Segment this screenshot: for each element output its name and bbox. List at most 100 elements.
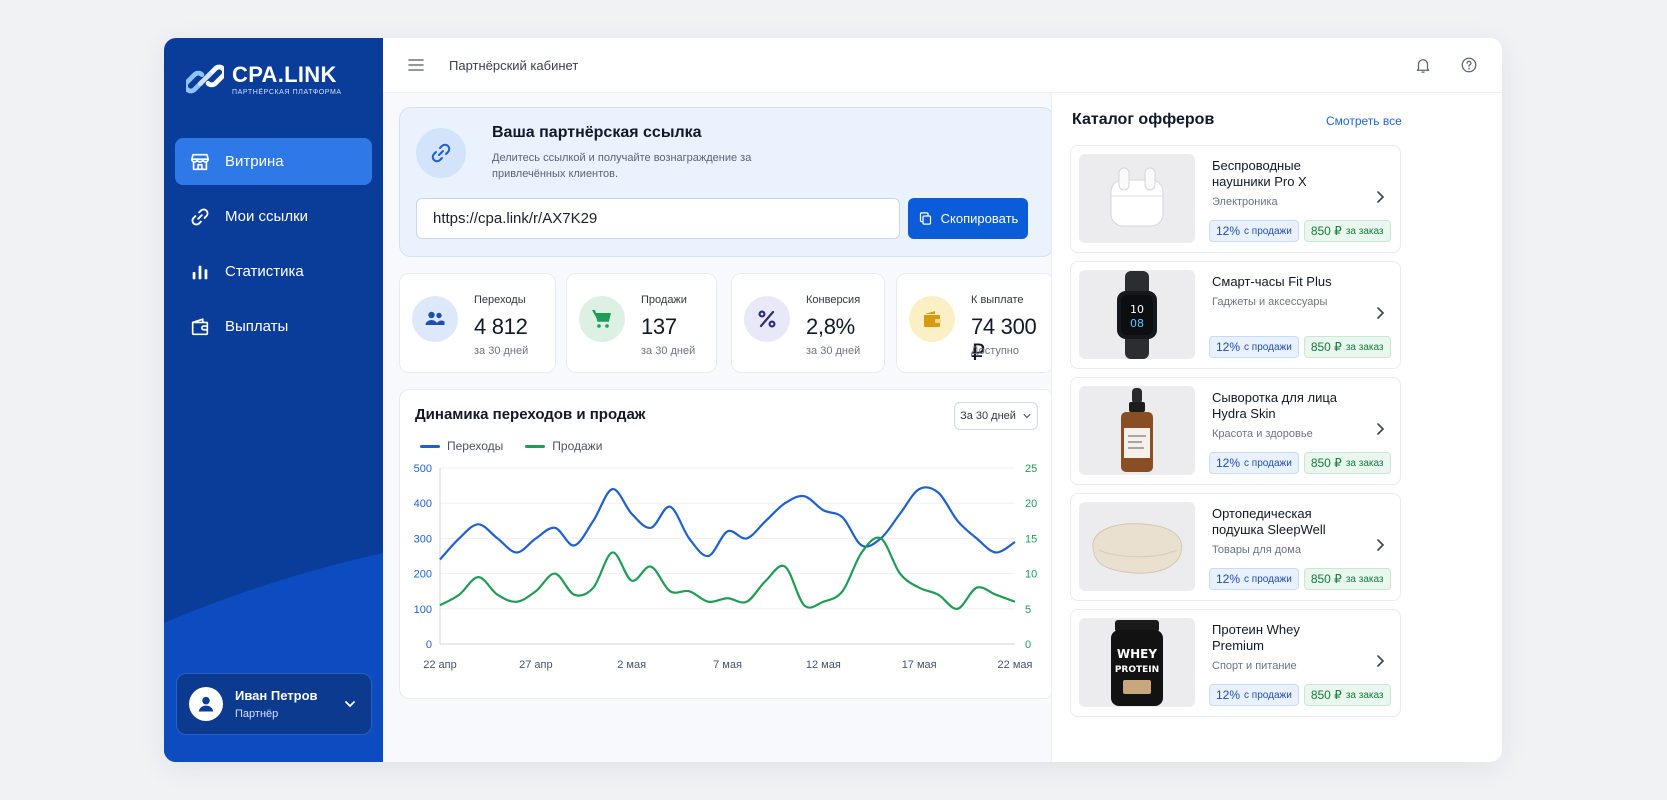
stat-label: К выплате [971,294,1024,306]
badge-note: с продажи [1244,573,1292,585]
badge-note: с продажи [1244,457,1292,469]
earbuds-icon [1110,167,1164,226]
y-right-tick-label: 20 [1025,498,1037,510]
x-tick-label: 17 мая [902,659,937,671]
brand-tagline: ПАРТНЁРСКАЯ ПЛАТФОРМА [232,88,342,96]
sidebar-item-label: Мои ссылки [225,208,309,225]
bar-chart-icon [192,265,208,279]
watch-face-hours: 10 [1130,303,1144,316]
badge-note: за заказ [1345,689,1384,701]
stat-subtitle: за 30 дней [641,345,696,357]
offer-category: Гаджеты и аксессуары [1212,296,1328,308]
offer-image [1079,154,1195,243]
offer-category: Электроника [1212,196,1278,208]
stat-card-sales: Продажи 137 за 30 дней [566,273,717,373]
jar-label-line-2: PROTEIN [1115,665,1159,675]
user-role: Партнёр [235,708,279,720]
badge-note: с продажи [1244,689,1292,701]
legend-item: Переходы [420,439,503,453]
reward-badge: 850 ₽ за заказ [1303,684,1391,706]
offer-card[interactable]: 10 08 Смарт-часы Fit Plus Гаджеты и аксе… [1070,261,1401,369]
stat-label: Продажи [641,294,687,306]
app-window: CPA.LINK ПАРТНЁРСКАЯ ПЛАТФОРМА Витрина М… [164,38,1502,762]
x-tick-label: 22 апр [423,659,456,671]
chart-legend: Переходы Продажи [420,439,602,453]
referral-url-field[interactable]: https://cpa.link/r/AX7K29 [416,198,900,239]
y-left-tick-label: 300 [414,533,432,545]
stat-value: 137 [641,314,677,339]
stat-card-conversion: Конверсия 2,8% за 30 дней [731,273,885,373]
y-left-tick-label: 200 [414,569,432,581]
offer-card[interactable]: Ортопедическая подушка SleepWell Товары … [1070,493,1401,601]
copy-button[interactable]: Скопировать [908,198,1028,239]
catalog-title: Каталог офферов [1072,111,1215,128]
serum-bottle-icon [1121,387,1153,472]
chevron-right-icon [1377,191,1385,203]
offer-card[interactable]: Беспроводные наушники Pro X Электроника … [1070,145,1401,253]
stat-subtitle: за 30 дней [806,345,861,357]
offer-card[interactable]: Сыворотка для лица Hydra Skin Красота и … [1070,377,1401,485]
x-tick-label: 2 мая [617,659,646,671]
avatar [189,687,223,721]
badge-note: с продажи [1244,225,1292,237]
storefront-icon [190,153,210,170]
chevron-down-icon[interactable] [343,697,357,711]
stat-subtitle: за 30 дней [474,345,529,357]
offer-name: Ортопедическая подушка SleepWell [1212,506,1326,537]
y-right-tick-label: 25 [1025,463,1037,475]
topbar: Партнёрский кабинет [383,38,1502,93]
bell-icon[interactable] [1414,56,1432,74]
offer-catalog: Каталог офферов Смотреть все Беспроводны… [1051,93,1502,762]
sidebar-nav: Витрина Мои ссылки Статистика Выплаты [175,138,372,358]
badge-value: 850 ₽ [1310,340,1342,354]
sidebar-item-label: Витрина [225,153,284,170]
badge-value: 850 ₽ [1310,572,1342,586]
offer-card[interactable]: WHEY PROTEIN Протеин Whey Premium Спорт … [1070,609,1401,717]
stat-card-clicks: Переходы 4 812 за 30 дней [399,273,556,373]
sidebar-item-statistics[interactable]: Статистика [175,248,372,295]
y-left-tick-label: 0 [426,639,432,651]
help-icon[interactable] [1460,56,1478,74]
offer-image: WHEY PROTEIN [1079,618,1195,707]
period-select-value: За 30 дней [960,410,1016,422]
smartwatch-icon: 10 08 [1117,270,1157,359]
sidebar-item-links[interactable]: Мои ссылки [175,193,372,240]
stat-subtitle: Доступно [971,345,1020,357]
chevron-right-icon [1377,539,1385,551]
stat-label: Переходы [474,294,526,306]
chevron-right-icon [1377,423,1385,435]
reward-badge: 850 ₽ за заказ [1303,336,1391,358]
commission-percent-badge: 12% с продажи [1209,452,1299,474]
chain-link-logo-icon [186,64,224,94]
sidebar-item-label: Выплаты [225,318,289,335]
copy-icon [919,212,931,225]
legend-label: Переходы [447,439,504,453]
series-line-clicks [439,486,1016,561]
referral-icon-circle [416,128,466,178]
y-right-tick-label: 5 [1025,604,1031,616]
legend-swatch-clicks [420,444,440,448]
user-profile-menu[interactable]: Иван Петров Партнёр [176,673,372,735]
watch-face-minutes: 08 [1130,317,1144,330]
wallet-icon [924,311,941,327]
y-right-tick-label: 15 [1025,533,1037,545]
stat-value: 2,8% [806,314,855,339]
view-all-link[interactable]: Смотреть все [1326,114,1402,128]
badge-value: 850 ₽ [1310,456,1342,470]
link-icon [191,208,209,225]
badge-value: 850 ₽ [1310,224,1342,238]
main-content: Ваша партнёрская ссылка Делитесь ссылкой… [383,93,1054,762]
brand-logo[interactable]: CPA.LINK ПАРТНЁРСКАЯ ПЛАТФОРМА [186,60,342,98]
stat-card-payout: К выплате 74 300 ₽ Доступно [896,273,1054,373]
sidebar: CPA.LINK ПАРТНЁРСКАЯ ПЛАТФОРМА Витрина М… [164,38,383,762]
commission-percent-badge: 12% с продажи [1209,684,1299,706]
stat-value: 74 300 ₽ [971,314,1037,365]
badge-note: за заказ [1345,573,1384,585]
sidebar-item-storefront[interactable]: Витрина [175,138,372,185]
sidebar-item-payouts[interactable]: Выплаты [175,303,372,350]
period-select[interactable]: За 30 дней [954,402,1038,430]
y-left-tick-label: 500 [414,463,432,475]
offer-name: Сыворотка для лица Hydra Skin [1212,390,1338,421]
menu-icon[interactable] [407,56,425,74]
y-left-tick-label: 400 [414,498,432,510]
